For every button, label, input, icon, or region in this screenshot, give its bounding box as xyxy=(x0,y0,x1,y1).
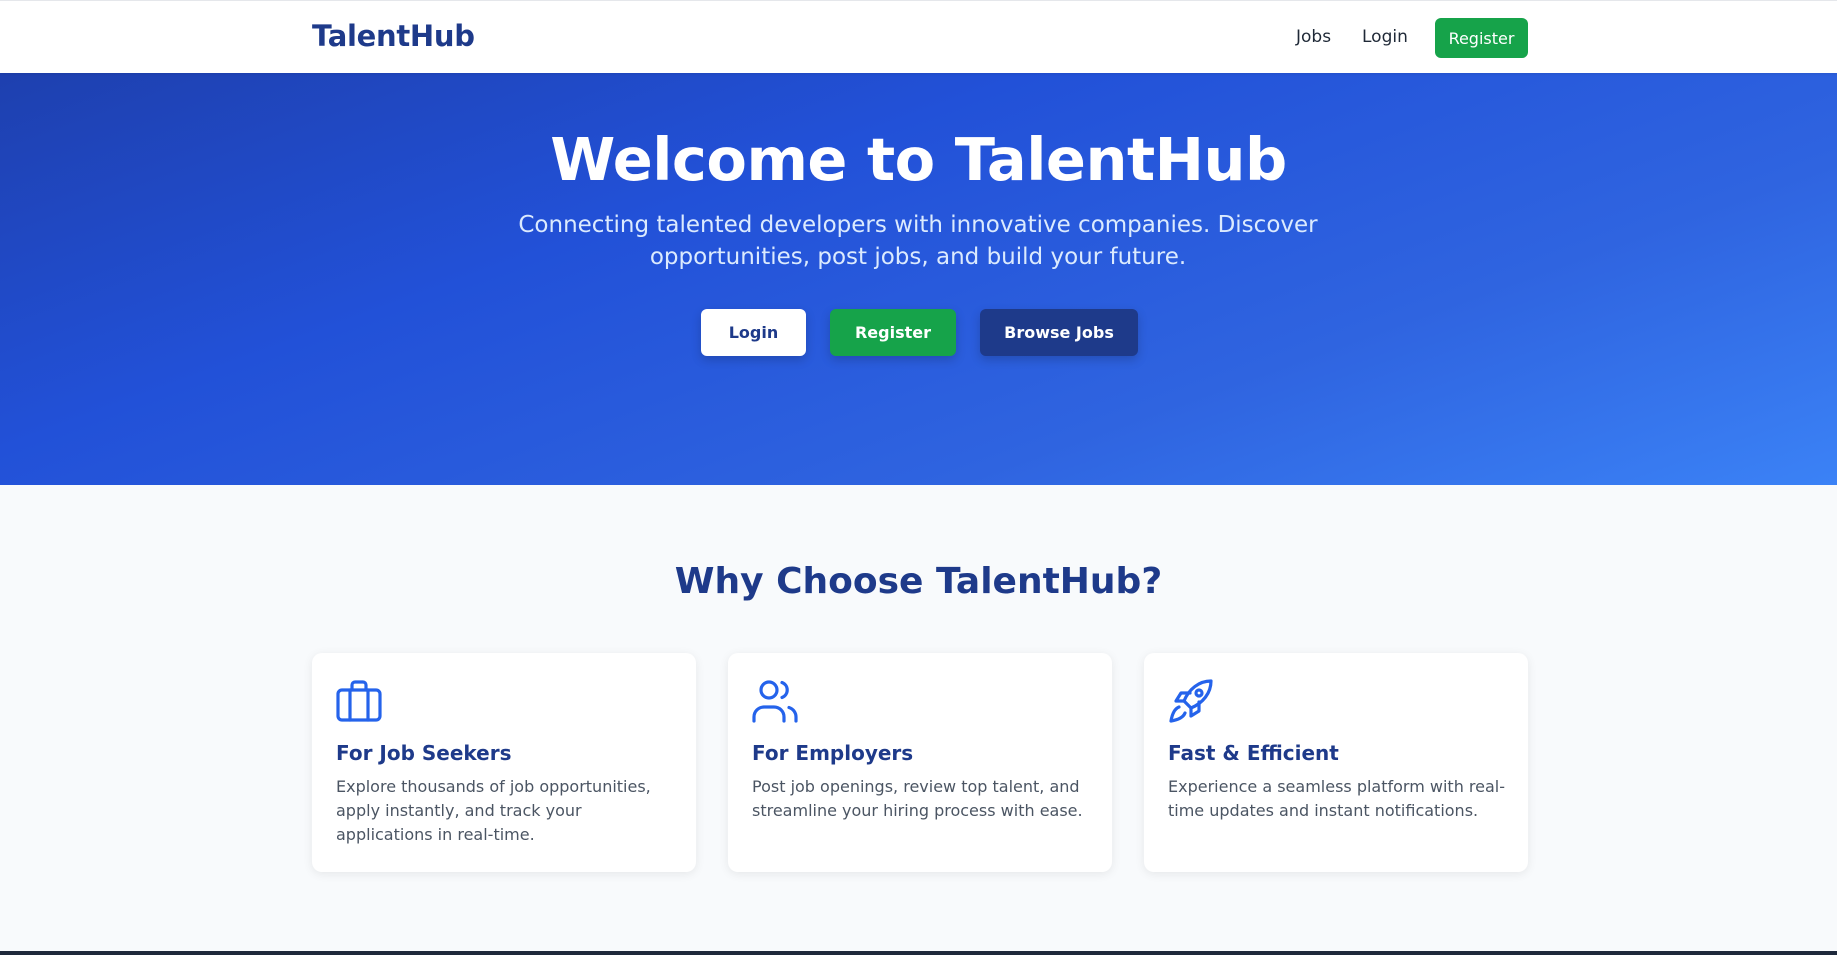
feature-card-fast-efficient: Fast & Efficient Experience a seamless p… xyxy=(1144,653,1528,872)
hero-login-button[interactable]: Login xyxy=(701,309,806,356)
feature-card-text: Explore thousands of job opportunities, … xyxy=(336,777,651,844)
feature-card-text: Experience a seamless platform with real… xyxy=(1168,777,1506,820)
hero-register-button[interactable]: Register xyxy=(830,309,956,356)
browse-jobs-button[interactable]: Browse Jobs xyxy=(980,309,1138,356)
nav-link-jobs[interactable]: Jobs xyxy=(1296,27,1331,47)
footer-edge xyxy=(0,951,1837,955)
users-icon xyxy=(751,677,799,725)
hero-section: Welcome to TalentHub Connecting talented… xyxy=(0,73,1837,485)
top-navbar: TalentHub Jobs Login Register xyxy=(0,0,1837,73)
rocket-icon xyxy=(1167,677,1215,725)
features-heading: Why Choose TalentHub? xyxy=(674,561,1163,602)
feature-card-employers: For Employers Post job openings, review … xyxy=(728,653,1112,872)
feature-card-title: For Employers xyxy=(752,741,914,765)
brand-logo[interactable]: TalentHub xyxy=(312,19,475,53)
hero-subtitle: Connecting talented developers with inno… xyxy=(518,212,1318,270)
feature-card-text: Post job openings, review top talent, an… xyxy=(752,777,1083,820)
nav-link-login[interactable]: Login xyxy=(1362,27,1408,47)
feature-card-title: Fast & Efficient xyxy=(1168,741,1339,765)
hero-title: Welcome to TalentHub xyxy=(550,125,1287,194)
feature-card-job-seekers: For Job Seekers Explore thousands of job… xyxy=(312,653,696,872)
nav-register-button[interactable]: Register xyxy=(1435,18,1528,58)
feature-card-title: For Job Seekers xyxy=(336,741,512,765)
briefcase-icon xyxy=(335,677,383,725)
